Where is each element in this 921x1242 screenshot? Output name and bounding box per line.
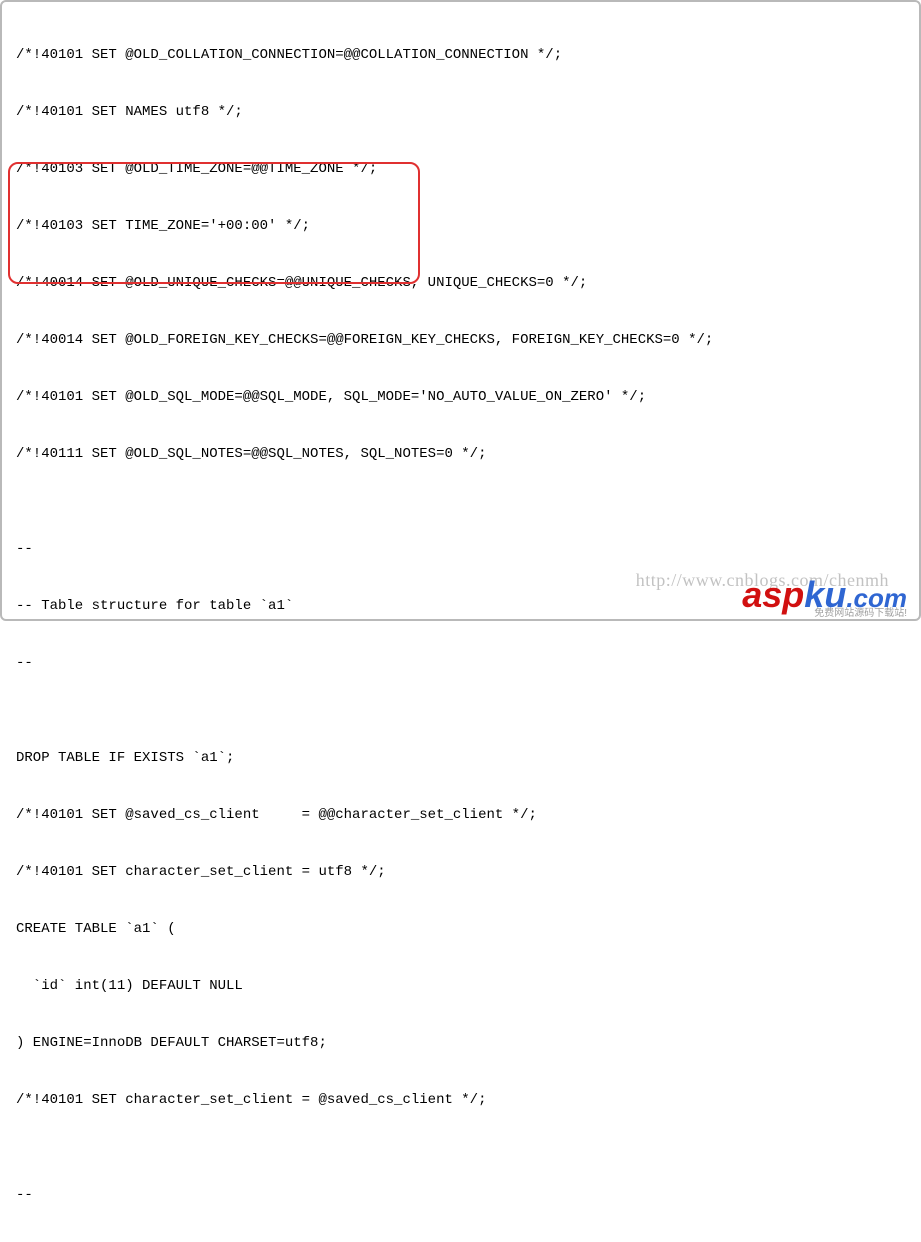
code-line: CREATE TABLE `a1` (	[16, 920, 911, 939]
code-line: /*!40101 SET @saved_cs_client = @@charac…	[16, 806, 911, 825]
code-line: /*!40103 SET TIME_ZONE='+00:00' */;	[16, 217, 911, 236]
code-line: -- Table structure for table `a1`	[16, 597, 911, 616]
code-line: ) ENGINE=InnoDB DEFAULT CHARSET=utf8;	[16, 1034, 911, 1053]
sql-code-block: /*!40101 SET @OLD_COLLATION_CONNECTION=@…	[2, 2, 919, 1242]
code-line: --	[16, 540, 911, 559]
code-line: /*!40111 SET @OLD_SQL_NOTES=@@SQL_NOTES,…	[16, 445, 911, 464]
code-line: /*!40014 SET @OLD_FOREIGN_KEY_CHECKS=@@F…	[16, 331, 911, 350]
code-line: /*!40101 SET NAMES utf8 */;	[16, 103, 911, 122]
code-line: /*!40014 SET @OLD_UNIQUE_CHECKS=@@UNIQUE…	[16, 274, 911, 293]
code-line: /*!40101 SET @OLD_SQL_MODE=@@SQL_MODE, S…	[16, 388, 911, 407]
code-line: --	[16, 654, 911, 673]
code-line: /*!40101 SET @OLD_COLLATION_CONNECTION=@…	[16, 46, 911, 65]
code-line: /*!40103 SET @OLD_TIME_ZONE=@@TIME_ZONE …	[16, 160, 911, 179]
code-line: DROP TABLE IF EXISTS `a1`;	[16, 749, 911, 768]
code-line: `id` int(11) DEFAULT NULL	[16, 977, 911, 996]
code-line: --	[16, 1186, 911, 1205]
code-line: /*!40101 SET character_set_client = @sav…	[16, 1091, 911, 1110]
code-line: /*!40101 SET character_set_client = utf8…	[16, 863, 911, 882]
